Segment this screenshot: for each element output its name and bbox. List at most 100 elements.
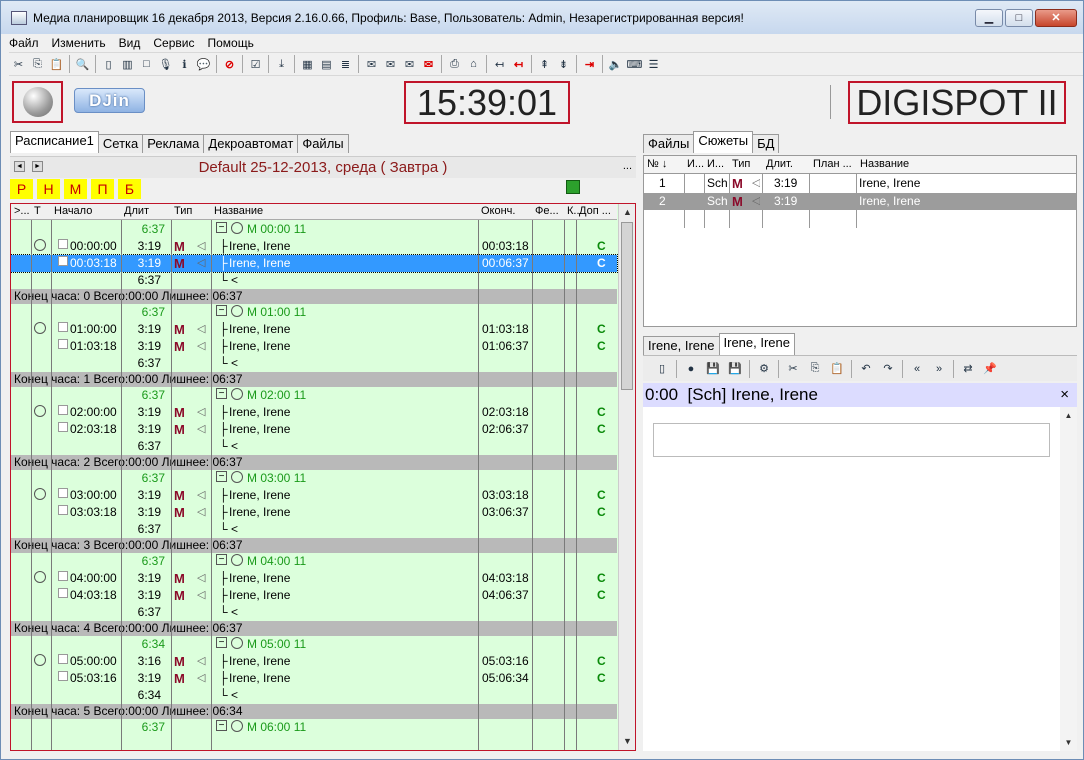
col-header-i1[interactable]: И... bbox=[687, 158, 705, 170]
story-row[interactable]: 2 Sch M ◁ 3:19 Irene, Irene bbox=[644, 193, 1076, 210]
check-icon[interactable]: ☑ bbox=[246, 54, 265, 74]
letter-button-m[interactable]: М bbox=[64, 179, 87, 199]
row-checkbox[interactable] bbox=[58, 505, 68, 515]
col-header-plan[interactable]: План ... bbox=[813, 158, 857, 170]
scroll-down-arrow[interactable]: ▼ bbox=[619, 734, 635, 749]
hour-end-row[interactable]: Конец часа: 2 Всего:00:00 Лишнее: 06:37 bbox=[11, 455, 617, 470]
col-header-duration[interactable]: Длит. bbox=[766, 158, 793, 170]
square-icon[interactable]: □ bbox=[137, 54, 156, 74]
status-ball-box[interactable] bbox=[12, 81, 63, 123]
envelope-down-icon[interactable]: ✉ bbox=[381, 54, 400, 74]
letter-button-p[interactable]: П bbox=[91, 179, 114, 199]
tab-files[interactable]: Файлы bbox=[297, 134, 349, 153]
editor-text-box[interactable] bbox=[653, 423, 1050, 457]
grid-scrollbar[interactable]: ▲ ▼ bbox=[618, 204, 635, 750]
insert-icon[interactable]: ⤓ bbox=[272, 54, 291, 74]
redo-icon[interactable]: ↷ bbox=[877, 359, 899, 379]
listing-icon[interactable]: ☰ bbox=[644, 54, 663, 74]
microphone-icon[interactable]: 🎙 bbox=[156, 54, 175, 74]
scroll-down-arrow[interactable]: ▼ bbox=[1060, 735, 1077, 750]
tab-stories[interactable]: Сюжеты bbox=[693, 131, 754, 153]
tab-item-1[interactable]: Irene, Irene bbox=[643, 336, 720, 355]
group-row[interactable]: 6:37 − M 02:00 11 bbox=[11, 387, 617, 404]
table-row[interactable]: 05:03:16 3:19 M ◁ ├ Irene, Irene 05:06:34 C bbox=[11, 670, 617, 687]
table-row[interactable]: 01:00:00 3:19 M ◁ ├ Irene, Irene 01:03:18 C bbox=[11, 321, 617, 338]
row-checkbox[interactable] bbox=[58, 405, 68, 415]
envelope-record-icon[interactable]: ✉ bbox=[419, 54, 438, 74]
tail-row[interactable]: 6:37 └ < bbox=[11, 438, 617, 455]
tab-grid[interactable]: Сетка bbox=[97, 134, 144, 153]
group-row[interactable]: 6:37 − M 03:00 11 bbox=[11, 470, 617, 487]
group-row[interactable]: 6:37 − M 00:00 11 bbox=[11, 221, 617, 238]
row-checkbox[interactable] bbox=[58, 654, 68, 664]
print-icon[interactable]: ⎙ bbox=[445, 54, 464, 74]
row-checkbox[interactable] bbox=[58, 422, 68, 432]
stories-grid[interactable]: № ↓ И... И... Тип Длит. План ... Названи… bbox=[643, 155, 1077, 327]
col-header-fe[interactable]: Фе... bbox=[535, 205, 563, 217]
hour-end-row[interactable]: Конец часа: 5 Всего:00:00 Лишнее: 06:34 bbox=[11, 704, 617, 719]
row-checkbox[interactable] bbox=[58, 322, 68, 332]
menu-help[interactable]: Помощь bbox=[207, 36, 253, 50]
table-row[interactable]: 00:00:00 3:19 M ◁ ├ Irene, Irene 00:03:18 C bbox=[11, 238, 617, 255]
copy-icon[interactable]: ⎘ bbox=[804, 359, 826, 379]
col-header-t[interactable]: Т bbox=[34, 205, 41, 217]
close-button[interactable]: ✕ bbox=[1035, 9, 1077, 27]
tail-row[interactable]: 6:37 └ < bbox=[11, 272, 617, 289]
undo-icon[interactable]: ↶ bbox=[855, 359, 877, 379]
menu-service[interactable]: Сервис bbox=[153, 36, 194, 50]
row-checkbox[interactable] bbox=[58, 671, 68, 681]
title-bar[interactable]: Медиа планировщик 16 декабря 2013, Верси… bbox=[1, 1, 1083, 34]
keyboard-icon[interactable]: ⌨ bbox=[625, 54, 644, 74]
col-header-number[interactable]: № ↓ bbox=[647, 158, 667, 170]
table-row[interactable]: 05:00:00 3:16 M ◁ ├ Irene, Irene 05:03:16 C bbox=[11, 653, 617, 670]
grid-icon[interactable]: ▦ bbox=[298, 54, 317, 74]
record-icon[interactable]: ● bbox=[680, 359, 702, 379]
table-row[interactable]: 03:03:18 3:19 M ◁ ├ Irene, Irene 03:06:37 C bbox=[11, 504, 617, 521]
schedule-grid[interactable]: >... Т Начало Длит Тип Название Оконч. Ф… bbox=[10, 203, 636, 751]
expand-icon[interactable]: − bbox=[216, 305, 227, 316]
row-checkbox[interactable] bbox=[58, 239, 68, 249]
row-checkbox[interactable] bbox=[58, 256, 68, 266]
forward-icon[interactable]: » bbox=[928, 359, 950, 379]
expand-icon[interactable]: − bbox=[216, 554, 227, 565]
col-header-extra[interactable]: Доп ... bbox=[579, 205, 617, 217]
table-row[interactable]: 04:00:00 3:19 M ◁ ├ Irene, Irene 04:03:18 C bbox=[11, 570, 617, 587]
stop-icon[interactable]: ⊘ bbox=[220, 54, 239, 74]
close-info-button[interactable]: × bbox=[1060, 383, 1069, 407]
group-row[interactable]: 6:34 − M 05:00 11 bbox=[11, 636, 617, 653]
properties-icon[interactable]: ⚙ bbox=[753, 359, 775, 379]
tail-row[interactable]: 6:37 └ < bbox=[11, 521, 617, 538]
table-row[interactable]: 00:03:18 3:19 M ◁ ├ Irene, Irene 00:06:37 C bbox=[11, 254, 618, 273]
table-row[interactable]: 02:00:00 3:19 M ◁ ├ Irene, Irene 02:03:18 C bbox=[11, 404, 617, 421]
scroll-up-arrow[interactable]: ▲ bbox=[619, 205, 635, 220]
envelope-check-icon[interactable]: ✉ bbox=[400, 54, 419, 74]
scroll-thumb[interactable] bbox=[621, 222, 633, 390]
letter-button-n[interactable]: Н bbox=[37, 179, 60, 199]
volume-icon[interactable]: 🔈 bbox=[606, 54, 625, 74]
row-checkbox[interactable] bbox=[58, 571, 68, 581]
minimize-button[interactable]: ▁ bbox=[975, 9, 1003, 27]
tail-row[interactable]: 6:37 └ < bbox=[11, 604, 617, 621]
djin-logo[interactable]: DJin bbox=[74, 88, 145, 113]
group-row[interactable]: 6:37 − M 06:00 11 bbox=[11, 719, 617, 736]
expand-icon[interactable]: − bbox=[216, 388, 227, 399]
cut-icon[interactable]: ✂ bbox=[782, 359, 804, 379]
paste-icon[interactable]: 📋 bbox=[826, 359, 848, 379]
col-header-end[interactable]: Оконч. bbox=[481, 205, 515, 217]
col-header-type[interactable]: Тип bbox=[174, 205, 192, 217]
group-row[interactable]: 6:37 − M 04:00 11 bbox=[11, 553, 617, 570]
comment-icon[interactable]: 💬 bbox=[194, 54, 213, 74]
editor-scrollbar[interactable]: ▲ ▼ bbox=[1060, 407, 1077, 751]
table-row[interactable]: 01:03:18 3:19 M ◁ ├ Irene, Irene 01:06:37 C bbox=[11, 338, 617, 355]
table-icon[interactable]: ▤ bbox=[317, 54, 336, 74]
envelope-icon[interactable]: ✉ bbox=[362, 54, 381, 74]
menu-view[interactable]: Вид bbox=[119, 36, 141, 50]
cut-icon[interactable]: ✂ bbox=[9, 54, 28, 74]
expand-icon[interactable]: − bbox=[216, 720, 227, 731]
find-icon[interactable]: 🔍 bbox=[73, 54, 92, 74]
hour-end-row[interactable]: Конец часа: 4 Всего:00:00 Лишнее: 06:37 bbox=[11, 621, 617, 636]
menu-file[interactable]: Файл bbox=[9, 36, 39, 50]
letter-button-r[interactable]: Р bbox=[10, 179, 33, 199]
info-icon[interactable]: ℹ bbox=[175, 54, 194, 74]
maximize-button[interactable]: □ bbox=[1005, 9, 1033, 27]
